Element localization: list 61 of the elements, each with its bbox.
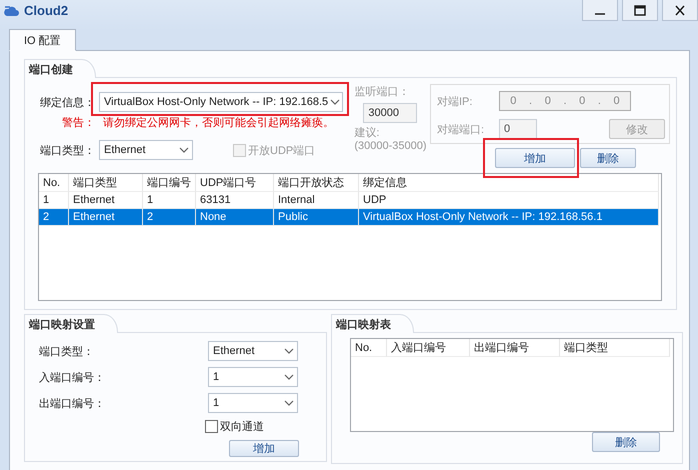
- ip-octet: 0: [510, 95, 516, 107]
- column-header: No.: [39, 174, 69, 192]
- ip-separator: .: [563, 95, 566, 107]
- field-label: 对端IP:: [437, 94, 474, 108]
- dropdown[interactable]: 1: [208, 367, 298, 387]
- button[interactable]: 删除: [580, 148, 636, 168]
- tab[interactable]: IO 配置: [9, 29, 76, 51]
- table-cell: None: [196, 209, 274, 226]
- field-label: 入端口编号：: [39, 370, 105, 384]
- column-header: 入端口编号: [387, 339, 470, 357]
- caret-icon: [284, 374, 294, 380]
- field-label: 出端口编号：: [39, 396, 105, 410]
- field-label: 对端端口:: [437, 122, 486, 136]
- cloud-icon: [4, 4, 20, 18]
- maximize-icon[interactable]: [622, 0, 658, 21]
- checkbox[interactable]: [205, 420, 218, 433]
- column-header: 端口类型: [560, 339, 670, 357]
- close-icon[interactable]: [662, 0, 698, 21]
- column-header: 端口编号: [143, 174, 196, 192]
- field-label: 监听端口：: [354, 85, 410, 99]
- group-title: 端口创建: [24, 59, 96, 78]
- ip-separator: .: [598, 95, 601, 107]
- window-title: Cloud2: [24, 3, 70, 18]
- column-header: No.: [351, 339, 387, 357]
- field-label: 端口类型：: [39, 144, 95, 158]
- group-title: 端口映射表: [331, 314, 414, 333]
- caret-icon: [284, 400, 294, 406]
- button[interactable]: 删除: [592, 432, 660, 452]
- table-cell: VirtualBox Host-Only Network -- IP: 192.168.56.1: [359, 209, 659, 226]
- warning-text: 请勿绑定公网网卡，否则可能会引起网络瘫痪。: [103, 116, 334, 130]
- button[interactable]: 增加: [229, 440, 299, 457]
- ip-octet: 0: [614, 95, 620, 107]
- dropdown[interactable]: 1: [208, 393, 298, 413]
- column-header: UDP端口号: [196, 174, 274, 192]
- ip-octet: 0: [544, 95, 551, 107]
- dropdown[interactable]: Ethernet: [99, 140, 193, 160]
- group-title: 端口映射设置: [24, 314, 118, 333]
- hint-text: (30000-35000): [354, 140, 428, 152]
- ip-octet: 0: [579, 95, 586, 107]
- warning-label: 警告：: [61, 116, 95, 130]
- column-header: 出端口编号: [470, 339, 560, 357]
- checkbox-label: 开放UDP端口: [248, 144, 316, 158]
- table-cell: Ethernet: [69, 209, 143, 226]
- table-row[interactable]: 2 Ethernet 2 None Public VirtualBox Host-Only Network -- IP: 192.168.56.1: [39, 209, 661, 226]
- table-cell: 2: [39, 209, 69, 226]
- field-label: 端口类型：: [39, 344, 94, 358]
- hint-label: 建议:: [354, 126, 380, 140]
- column-header: 端口类型: [69, 174, 143, 192]
- field-label: 绑定信息：: [39, 96, 95, 110]
- dropdown[interactable]: Ethernet: [208, 341, 298, 361]
- button[interactable]: 增加: [495, 148, 575, 168]
- table-cell: 2: [143, 209, 196, 226]
- caret-icon: [179, 147, 189, 153]
- caret-icon: [284, 348, 294, 354]
- dropdown[interactable]: VirtualBox Host-Only Network -- IP: 192.168.5: [99, 92, 343, 112]
- caret-icon: [330, 99, 340, 105]
- table-cell: Public: [274, 209, 359, 226]
- ip-separator: .: [529, 95, 532, 107]
- checkbox-label: 双向通道: [220, 420, 264, 434]
- column-header: 绑定信息: [359, 174, 659, 192]
- column-header: 端口开放状态: [274, 174, 359, 192]
